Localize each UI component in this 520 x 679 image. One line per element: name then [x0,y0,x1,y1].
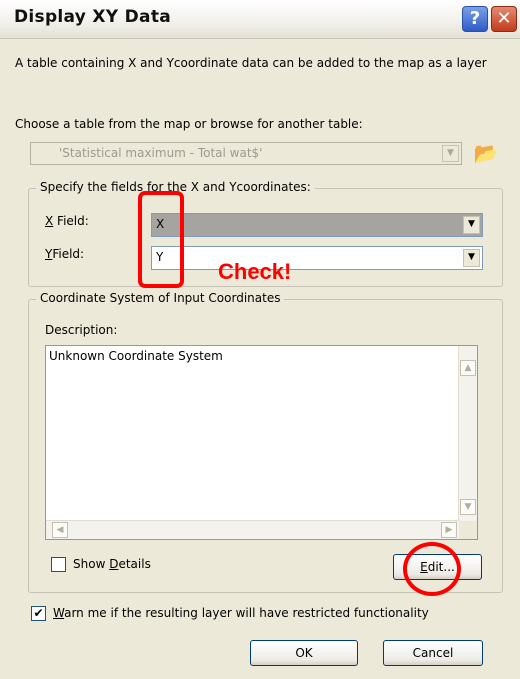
warn-label-rest: arn me if the resulting layer will have … [64,606,429,620]
window-title: Display XY Data [14,7,172,27]
show-details-label[interactable]: Show Details [73,557,151,571]
annotation-highlight-box [138,191,184,288]
horizontal-scrollbar[interactable]: ◀ ▶ [46,520,459,539]
x-field-label-rest: Field: [53,214,89,228]
description-box[interactable]: Unknown Coordinate System ▲ ▼ ◀ ▶ [45,345,478,540]
description-value: Unknown Coordinate System [49,349,223,363]
y-field-label: YField: [45,247,84,261]
intro-text: A table containing X and Ycoordinate dat… [15,56,487,70]
folder-icon: 📂 [473,141,499,165]
cancel-button[interactable]: Cancel [383,640,483,666]
scroll-up-icon[interactable]: ▲ [460,360,476,376]
coord-system-legend: Coordinate System of Input Coordinates [36,291,285,305]
y-field-select[interactable]: Y ▼ [151,246,483,270]
title-bar: Display XY Data ? ✕ [0,0,520,39]
show-details-post: etails [118,557,151,571]
warn-label[interactable]: Warn me if the resulting layer will have… [53,606,429,620]
scroll-right-icon[interactable]: ▶ [441,522,457,538]
scrollbar-corner [459,521,477,539]
table-select[interactable]: 'Statistical maximum - Total wat$' ▼ [30,142,462,165]
help-icon: ? [469,8,481,29]
scroll-left-icon[interactable]: ◀ [52,522,68,538]
ok-button[interactable]: OK [250,640,358,666]
x-field-label-accel: X [45,214,54,228]
table-select-value: 'Statistical maximum - Total wat$' [59,146,263,160]
x-field-select[interactable]: X ▼ [151,213,483,237]
checkmark-icon: ✔ [33,606,44,620]
browse-folder-button[interactable]: 📂 [470,138,502,168]
annotation-circle [403,542,461,596]
warn-checkbox[interactable]: ✔ [31,606,46,621]
x-field-label: X Field: [45,214,89,228]
vertical-scrollbar[interactable]: ▲ ▼ [458,346,477,521]
table-select-arrow-icon[interactable]: ▼ [442,145,459,162]
y-field-arrow-icon[interactable]: ▼ [463,249,480,267]
show-details-pre: Show [73,557,110,571]
y-field-label-rest: Field: [52,247,85,261]
close-button[interactable]: ✕ [491,6,517,32]
choose-table-label: Choose a table from the map or browse fo… [15,117,363,131]
x-field-arrow-icon[interactable]: ▼ [463,216,480,234]
show-details-checkbox[interactable] [51,557,66,572]
scroll-down-icon[interactable]: ▼ [460,499,476,515]
close-icon: ✕ [496,8,512,29]
warn-label-accel: W [53,606,65,620]
description-label: Description: [45,323,118,337]
annotation-check-text: Check! [218,259,292,284]
help-button[interactable]: ? [462,6,488,32]
